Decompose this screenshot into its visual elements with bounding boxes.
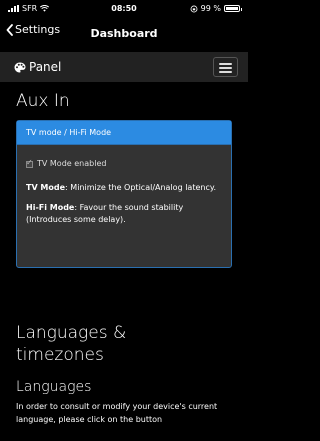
navigation-bar: Settings Dashboard — [0, 17, 248, 45]
status-right: 99 % — [190, 4, 242, 13]
tv-mode-checkbox[interactable] — [26, 157, 33, 169]
palette-icon — [14, 62, 26, 72]
languages-paragraph: In order to consult or modify your devic… — [16, 402, 218, 424]
tv-mode-checkbox-label: TV Mode enabled — [37, 159, 107, 168]
card-header: TV mode / Hi-Fi Mode — [17, 121, 231, 145]
tv-mode-checkbox-row[interactable]: TV Mode enabled — [26, 157, 222, 170]
status-bar: SFR 08:50 99 % — [0, 0, 248, 16]
battery-percent: 99 % — [200, 4, 221, 13]
panel-header: Panel — [0, 52, 248, 82]
panel-brand[interactable]: Panel — [14, 60, 61, 74]
panel-label: Panel — [29, 60, 62, 74]
page-title: Dashboard — [90, 27, 158, 40]
battery-icon — [224, 5, 242, 12]
tv-mode-description: TV Mode: Minimize the Optical/Analog lat… — [26, 182, 222, 194]
hifi-mode-description: Hi-Fi Mode: Favour the sound stability (… — [26, 202, 222, 226]
tv-hifi-mode-card: TV mode / Hi-Fi Mode TV Mode enabled TV … — [16, 120, 232, 268]
hifi-mode-term: Hi-Fi Mode — [26, 203, 75, 212]
languages-timezones-heading: Languages & timezones — [16, 323, 127, 365]
tv-mode-text: : Minimize the Optical/Analog latency. — [65, 183, 216, 192]
menu-toggle-button[interactable] — [213, 57, 238, 77]
orientation-lock-icon — [190, 5, 198, 12]
card-body: TV Mode enabled TV Mode: Minimize the Op… — [17, 145, 231, 234]
aux-in-heading: Aux In — [16, 91, 70, 111]
tv-mode-term: TV Mode — [26, 183, 66, 192]
languages-subheading: Languages — [16, 379, 92, 395]
